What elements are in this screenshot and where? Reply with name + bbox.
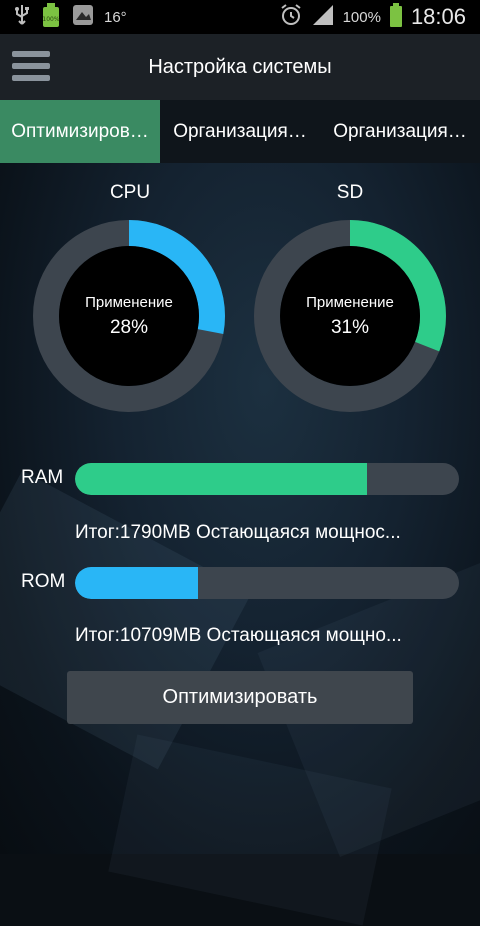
app-header: Настройка системы <box>0 34 480 100</box>
rom-progress-bar <box>75 567 459 599</box>
cpu-gauge: Применение 28% <box>33 220 225 412</box>
ram-label: RAM <box>21 467 64 488</box>
cpu-usage-percent: 28% <box>109 316 149 338</box>
clock-time: 18:06 <box>410 4 466 29</box>
rom-progress-fill <box>75 567 198 599</box>
temperature-text: 16° <box>104 8 127 26</box>
tab-bar: Оптимизиров… Организация… Организация… <box>0 100 480 163</box>
optimize-button[interactable]: Оптимизировать <box>67 671 413 724</box>
ram-progress-fill <box>75 463 367 495</box>
sd-usage-caption: Применение <box>306 293 394 311</box>
rom-label: ROM <box>21 571 66 592</box>
cpu-gauge-label: CPU <box>109 182 151 203</box>
tab-organization-1[interactable]: Организация… <box>160 100 320 163</box>
image-icon <box>72 4 94 31</box>
battery-icon <box>389 2 403 33</box>
page-title: Настройка системы <box>148 55 332 78</box>
ram-progress-bar <box>75 463 459 495</box>
rom-info-text: Итог:10709MB Остающаяся мощно... <box>75 625 402 646</box>
status-bar: 100% 16° 100% 18:06 <box>0 0 480 34</box>
usb-icon <box>14 4 30 31</box>
background-shard <box>0 470 252 770</box>
sd-gauge: Применение 31% <box>254 220 446 412</box>
svg-text:100%: 100% <box>42 16 59 23</box>
signal-icon <box>311 4 335 31</box>
cpu-usage-caption: Применение <box>85 293 173 311</box>
battery-sd-icon: 100% <box>40 2 62 33</box>
sd-usage-percent: 31% <box>330 316 370 338</box>
alarm-icon <box>279 3 303 32</box>
battery-percent-text: 100% <box>342 8 381 26</box>
tab-organization-2[interactable]: Организация… <box>320 100 480 163</box>
tab-optimize[interactable]: Оптимизиров… <box>0 100 160 163</box>
sd-gauge-label: SD <box>336 182 364 203</box>
ram-info-text: Итог:1790MB Остающаяся мощнос... <box>75 522 401 543</box>
